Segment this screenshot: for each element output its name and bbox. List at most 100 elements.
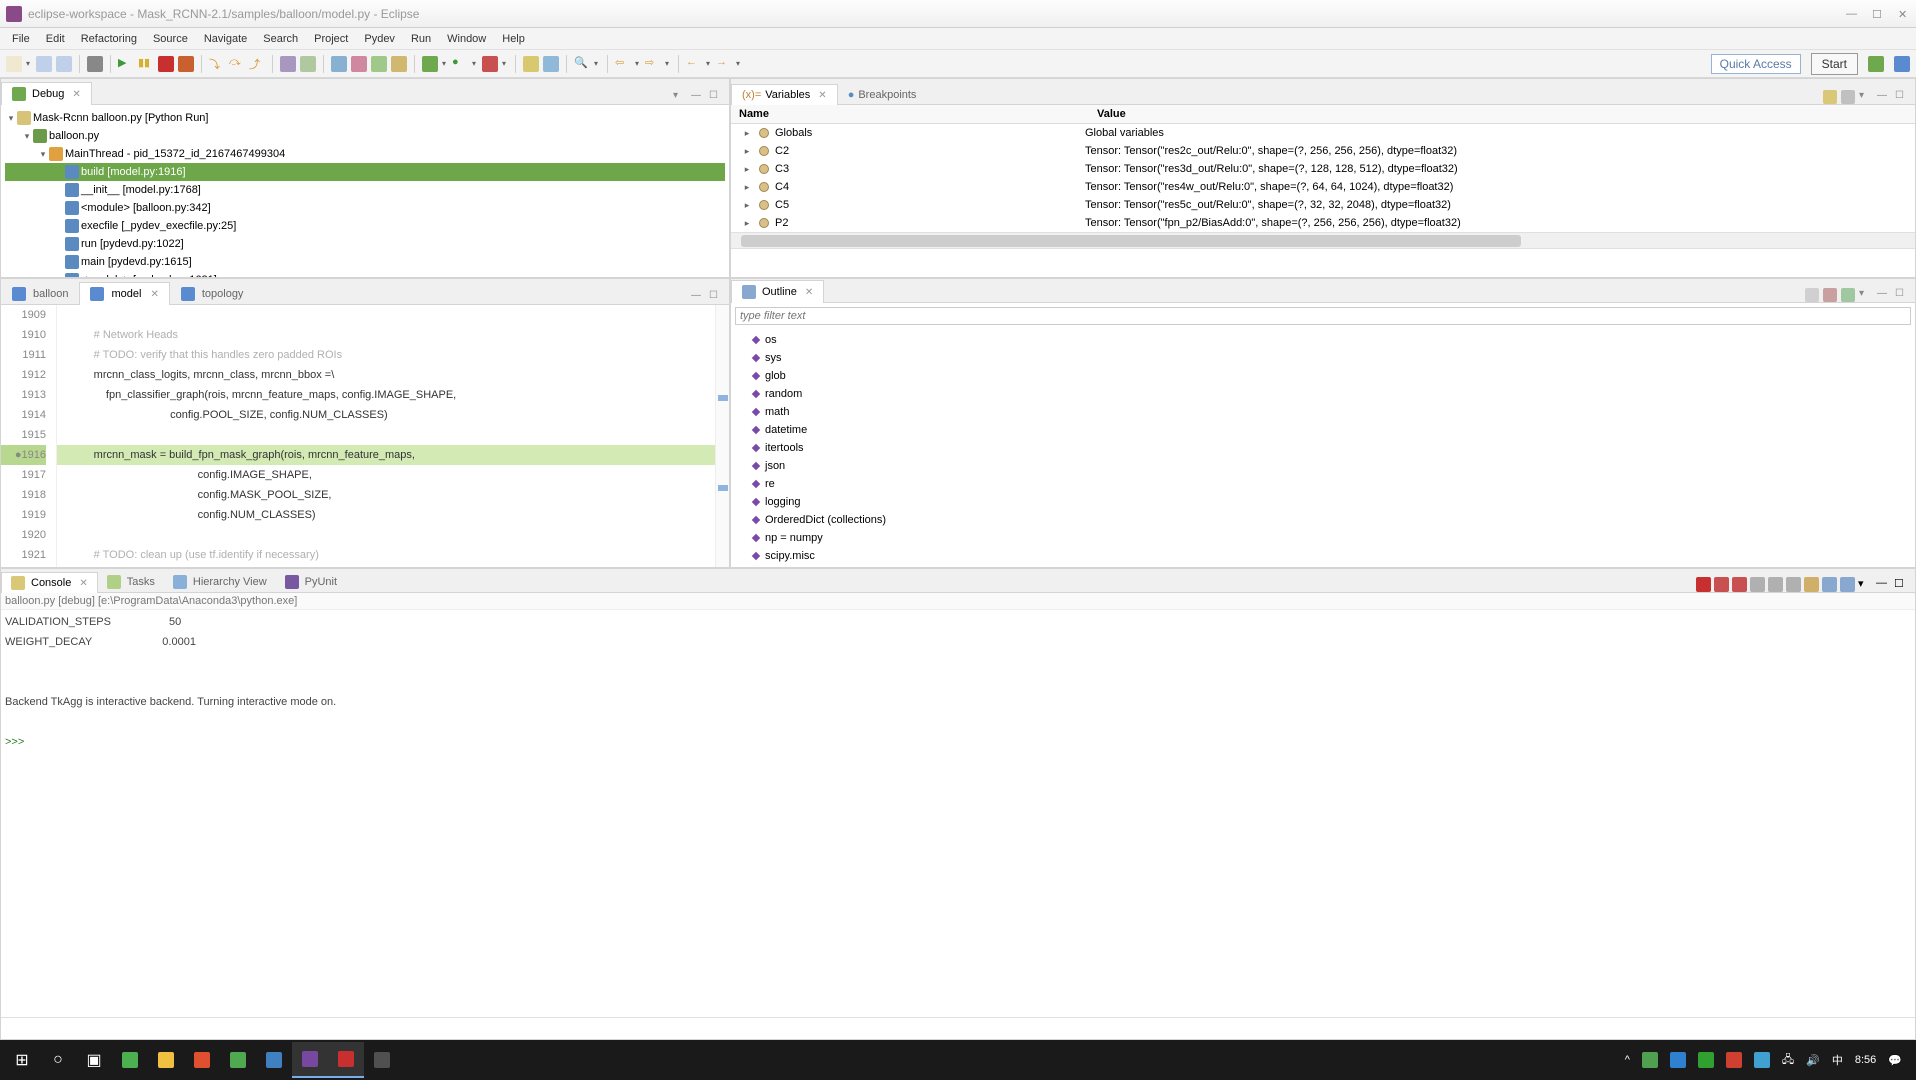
stack-frame[interactable]: <module> [pydevd.py:1621] xyxy=(5,271,725,277)
remove-all-icon[interactable] xyxy=(1732,577,1747,592)
twistie-icon[interactable]: ▸ xyxy=(741,142,753,160)
app-notepad[interactable] xyxy=(220,1042,256,1078)
menu-search[interactable]: Search xyxy=(255,30,306,48)
twistie-icon[interactable]: ▸ xyxy=(741,160,753,178)
clock[interactable]: 8:56 xyxy=(1855,1054,1876,1066)
menu-source[interactable]: Source xyxy=(145,30,196,48)
run-launch-icon[interactable]: ● xyxy=(452,56,468,72)
system-tray[interactable]: ^ 🖧 🔊 中 8:56 💬 xyxy=(1625,1051,1912,1070)
minimize-view-icon[interactable]: — xyxy=(691,290,705,304)
variable-row[interactable]: ▸P2Tensor: Tensor("fpn_p2/BiasAdd:0", sh… xyxy=(731,214,1915,232)
minimize-view-icon[interactable]: — xyxy=(691,90,705,104)
tray-up-icon[interactable]: ^ xyxy=(1625,1054,1630,1066)
outline-item[interactable]: scipy.misc xyxy=(737,547,1909,565)
outline-item[interactable]: glob xyxy=(737,367,1909,385)
back-icon[interactable]: ← xyxy=(686,56,702,72)
collapse-all-icon[interactable] xyxy=(1841,90,1855,104)
twistie-icon[interactable]: ▸ xyxy=(741,214,753,232)
variable-row[interactable]: ▸C2Tensor: Tensor("res2c_out/Relu:0", sh… xyxy=(731,142,1915,160)
stack-frame[interactable]: main [pydevd.py:1615] xyxy=(5,253,725,271)
tray-app-3-icon[interactable] xyxy=(1698,1052,1714,1068)
variable-row[interactable]: ▸GlobalsGlobal variables xyxy=(731,124,1915,142)
volume-icon[interactable]: 🔊 xyxy=(1806,1054,1820,1067)
debug-tree[interactable]: ▾ Mask-Rcnn balloon.py [Python Run]▾ bal… xyxy=(5,109,725,277)
twistie-icon[interactable]: ▾ xyxy=(5,109,17,127)
outline-list[interactable]: ossysglobrandommathdatetimeitertoolsjson… xyxy=(731,329,1915,567)
resume-icon[interactable]: ▶ xyxy=(118,56,134,72)
outline-item[interactable]: re xyxy=(737,475,1909,493)
outline-item[interactable]: np = numpy xyxy=(737,529,1909,547)
ime-icon[interactable]: 中 xyxy=(1832,1052,1843,1068)
show-type-icon[interactable] xyxy=(1823,90,1837,104)
stack-frame[interactable]: ▾ balloon.py xyxy=(5,127,725,145)
editor-body[interactable]: 1909191019111912191319141915●19161917191… xyxy=(1,305,729,567)
bottom-tab-console[interactable]: Console✕ xyxy=(1,572,98,593)
disconnect-icon[interactable] xyxy=(178,56,194,72)
variable-row[interactable]: ▸C3Tensor: Tensor("res3d_out/Relu:0", sh… xyxy=(731,160,1915,178)
overview-ruler[interactable] xyxy=(715,305,729,567)
tray-app-2-icon[interactable] xyxy=(1670,1052,1686,1068)
outline-item[interactable]: tf = tensorflow xyxy=(737,565,1909,567)
twistie-icon[interactable]: ▾ xyxy=(21,127,33,145)
scroll-lock-icon[interactable] xyxy=(1768,577,1783,592)
editor-tab-model[interactable]: model✕ xyxy=(79,282,169,305)
menu-refactoring[interactable]: Refactoring xyxy=(73,30,145,48)
stack-frame[interactable]: ▾ Mask-Rcnn balloon.py [Python Run] xyxy=(5,109,725,127)
terminate-icon[interactable] xyxy=(158,56,174,72)
step-over-icon[interactable]: ⤼ xyxy=(229,56,245,72)
line-gutter[interactable]: 1909191019111912191319141915●19161917191… xyxy=(1,305,57,567)
ext-tools-icon[interactable] xyxy=(482,56,498,72)
editor-tab-topology[interactable]: topology xyxy=(170,282,255,305)
close-icon[interactable]: ✕ xyxy=(805,287,813,298)
view-menu-icon[interactable]: ▾ xyxy=(1859,288,1873,302)
variable-row[interactable]: ▸C4Tensor: Tensor("res4w_out/Relu:0", sh… xyxy=(731,178,1915,196)
app-terminal[interactable] xyxy=(328,1042,364,1078)
breakpoints-tab[interactable]: ● Breakpoints xyxy=(838,85,927,105)
outline-item[interactable]: OrderedDict (collections) xyxy=(737,511,1909,529)
minimize-view-icon[interactable]: — xyxy=(1876,577,1891,592)
quick-access-field[interactable]: Quick Access xyxy=(1711,54,1801,74)
word-wrap-icon[interactable] xyxy=(1786,577,1801,592)
terminate-console-icon[interactable] xyxy=(1696,577,1711,592)
menu-help[interactable]: Help xyxy=(494,30,533,48)
app-other[interactable] xyxy=(364,1042,400,1078)
outline-item[interactable]: itertools xyxy=(737,439,1909,457)
outline-item[interactable]: math xyxy=(737,403,1909,421)
menu-pydev[interactable]: Pydev xyxy=(356,30,403,48)
minimize-button[interactable]: — xyxy=(1846,8,1858,20)
variable-row[interactable]: ▸C5Tensor: Tensor("res5c_out/Relu:0", sh… xyxy=(731,196,1915,214)
maximize-button[interactable]: ☐ xyxy=(1872,8,1884,20)
tool-1-icon[interactable] xyxy=(331,56,347,72)
search-icon[interactable]: 🔍 xyxy=(574,56,590,72)
new-project-icon[interactable] xyxy=(523,56,539,72)
outline-tab[interactable]: Outline ✕ xyxy=(731,280,824,303)
pydev-perspective-icon[interactable] xyxy=(1894,56,1910,72)
bottom-tab-tasks[interactable]: Tasks xyxy=(98,572,164,592)
save-icon[interactable] xyxy=(36,56,52,72)
app-explorer[interactable] xyxy=(148,1042,184,1078)
cortana-button[interactable]: ○ xyxy=(40,1042,76,1078)
debug-perspective-icon[interactable] xyxy=(1868,56,1884,72)
hide-fields-icon[interactable] xyxy=(1823,288,1837,302)
outline-item[interactable]: datetime xyxy=(737,421,1909,439)
menu-edit[interactable]: Edit xyxy=(38,30,73,48)
view-menu-icon[interactable]: ▾ xyxy=(1859,90,1873,104)
stack-frame[interactable]: __init__ [model.py:1768] xyxy=(5,181,725,199)
menu-window[interactable]: Window xyxy=(439,30,494,48)
name-column-header[interactable]: Name xyxy=(731,105,1089,123)
bottom-tab-pyunit[interactable]: PyUnit xyxy=(276,572,346,592)
menu-run[interactable]: Run xyxy=(403,30,439,48)
close-icon[interactable]: ✕ xyxy=(72,89,80,100)
outline-item[interactable]: json xyxy=(737,457,1909,475)
minimize-view-icon[interactable]: — xyxy=(1877,90,1891,104)
clear-console-icon[interactable] xyxy=(1750,577,1765,592)
network-icon[interactable]: 🖧 xyxy=(1782,1051,1794,1070)
step-filters-icon[interactable] xyxy=(300,56,316,72)
maximize-view-icon[interactable]: ☐ xyxy=(1895,288,1909,302)
close-button[interactable]: ✕ xyxy=(1898,8,1910,20)
save-all-icon[interactable] xyxy=(56,56,72,72)
open-type-icon[interactable] xyxy=(543,56,559,72)
code-area[interactable]: # Network Heads # TODO: verify that this… xyxy=(57,305,715,567)
close-icon[interactable]: ✕ xyxy=(79,578,87,589)
outline-item[interactable]: os xyxy=(737,331,1909,349)
